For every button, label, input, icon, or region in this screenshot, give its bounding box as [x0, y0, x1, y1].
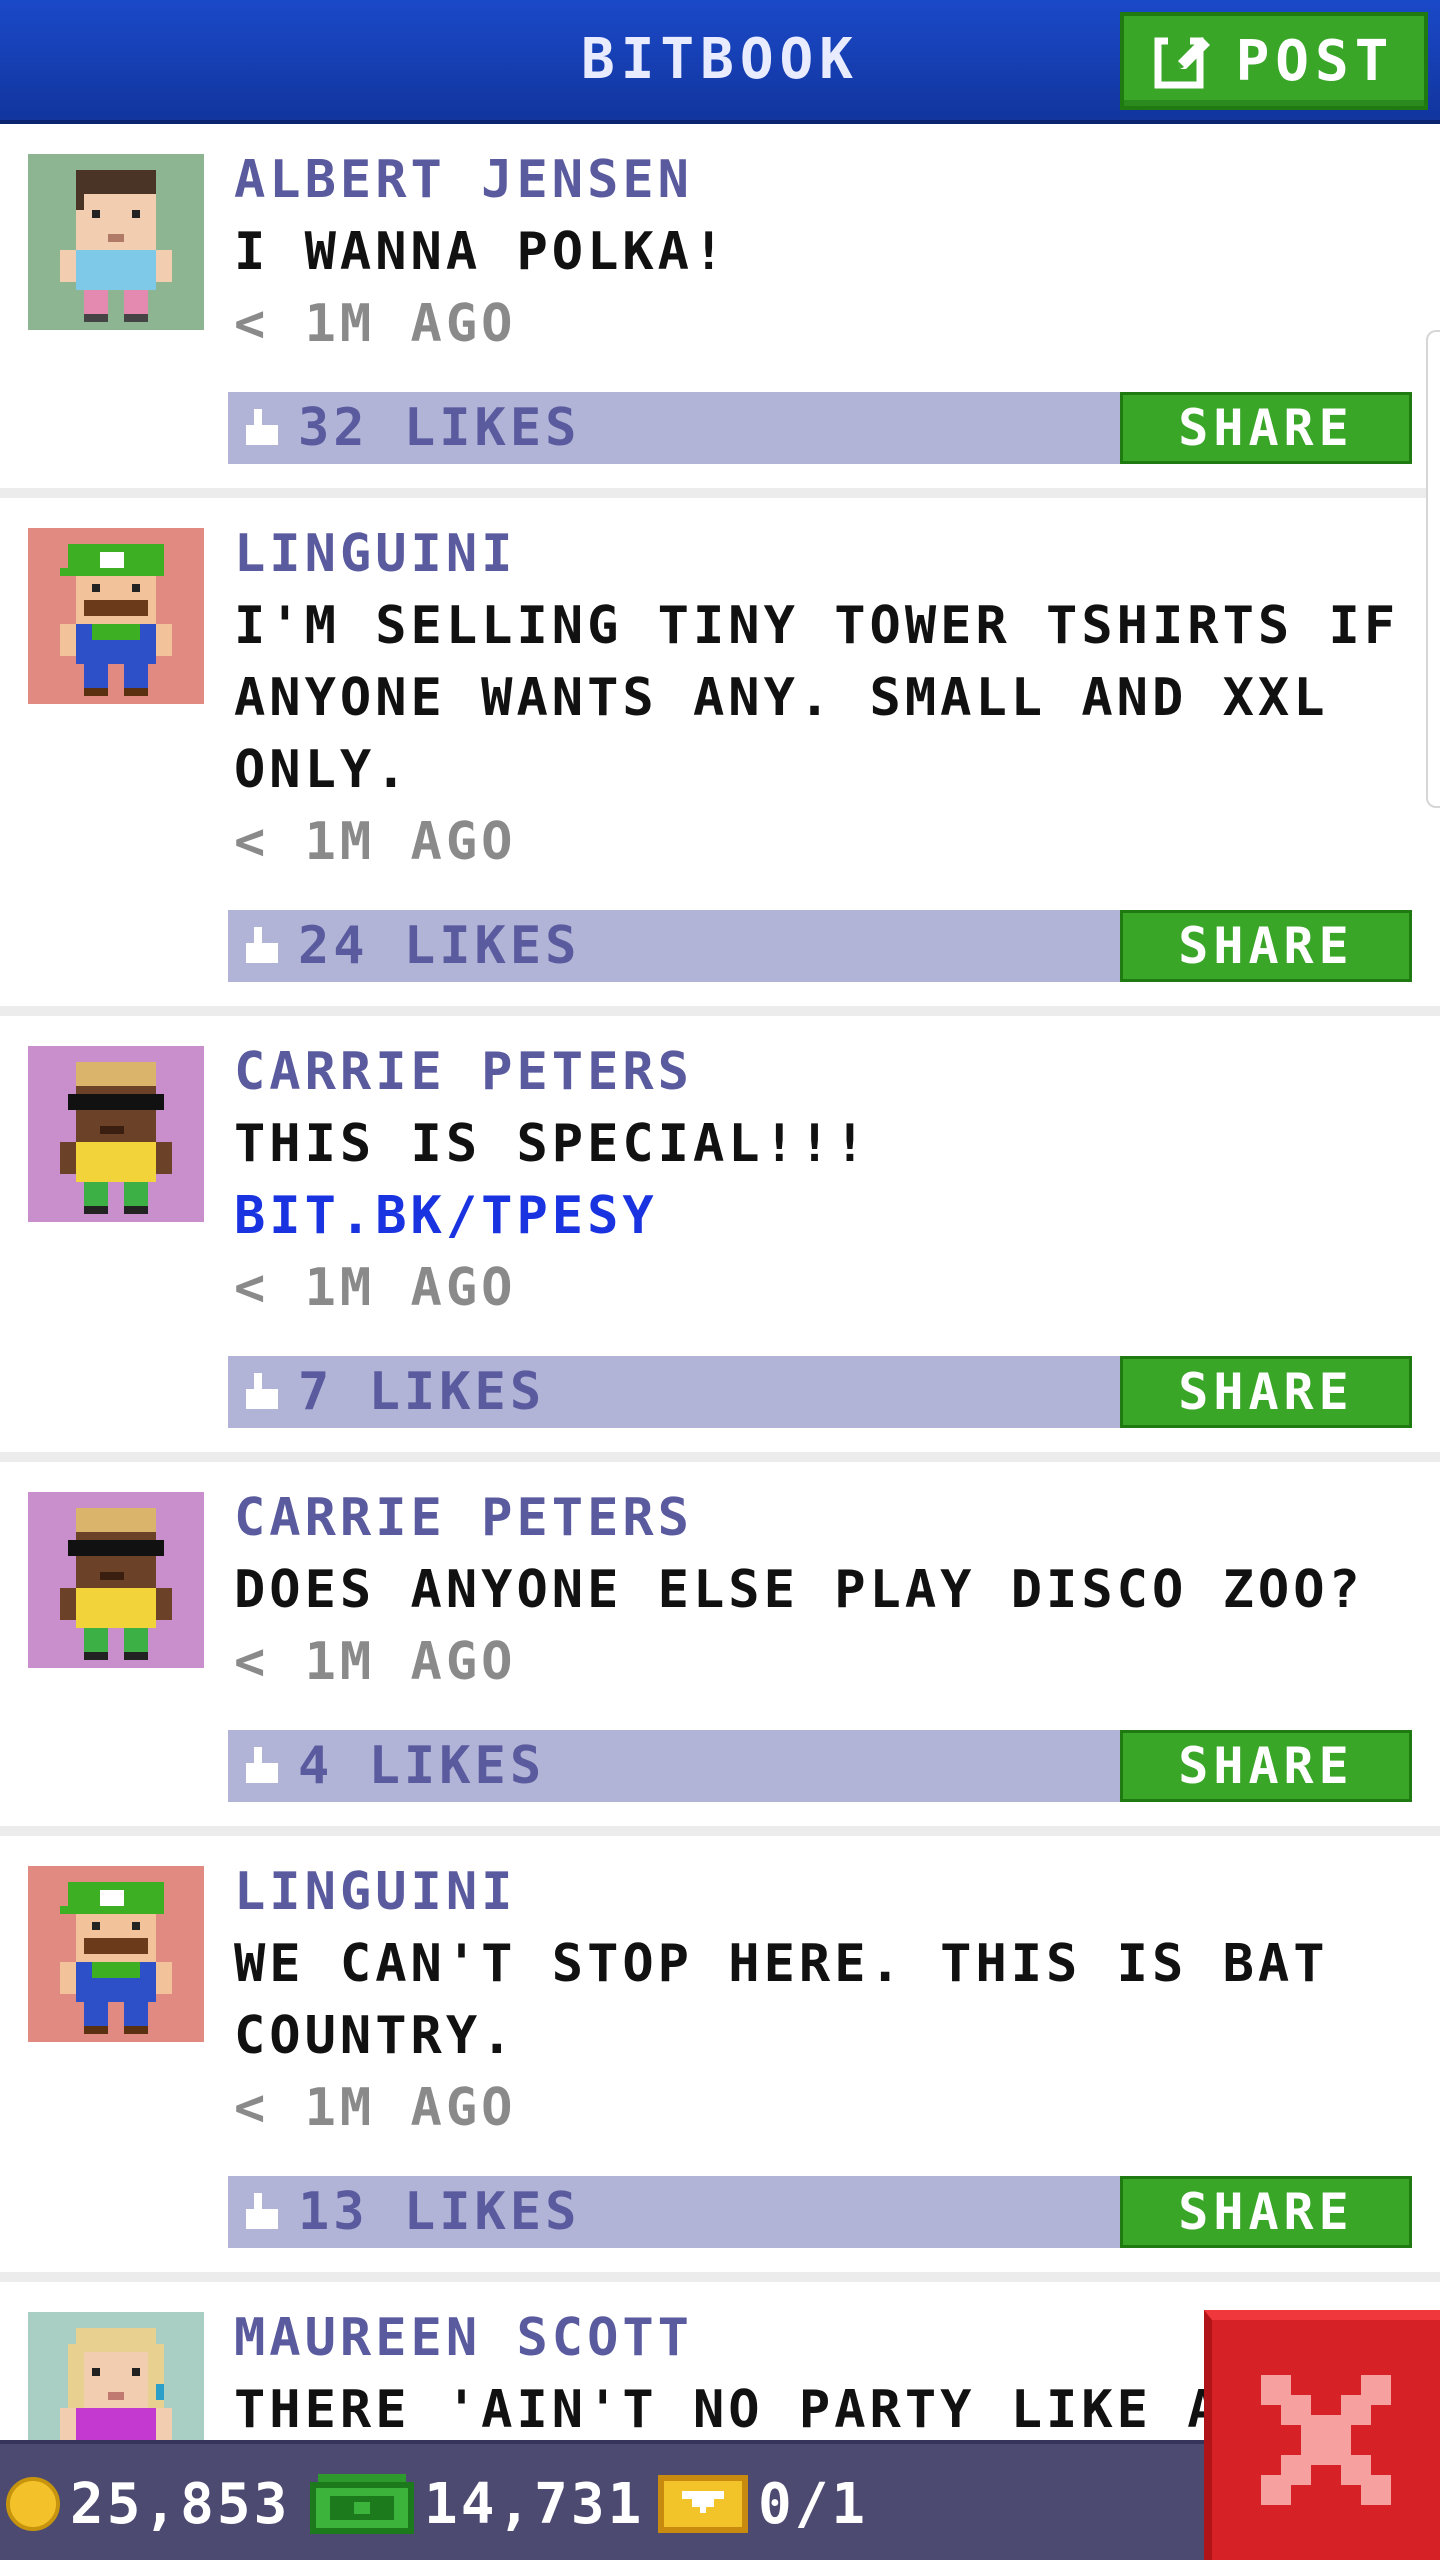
likes-bar: 4 LIKES SHARE	[228, 1730, 1412, 1802]
likes-bar: 7 LIKES SHARE	[228, 1356, 1412, 1428]
post-text: I'M SELLING TINY TOWER TSHIRTS IF ANYONE…	[234, 596, 1400, 800]
albert-jensen-avatar[interactable]	[28, 154, 204, 330]
thumbs-up-icon	[246, 1747, 278, 1783]
post-author[interactable]: CARRIE PETERS	[234, 1036, 1420, 1108]
share-button[interactable]: SHARE	[1120, 392, 1412, 464]
share-button[interactable]: SHARE	[1120, 1730, 1412, 1802]
likes-button[interactable]: 32 LIKES	[242, 392, 580, 464]
likes-count: 32 LIKES	[298, 398, 581, 458]
post-author[interactable]: LINGUINI	[234, 1856, 1420, 1928]
likes-button[interactable]: 4 LIKES	[242, 1730, 545, 1802]
close-button[interactable]	[1204, 2310, 1440, 2560]
bux-icon	[310, 2474, 414, 2534]
likes-count: 4 LIKES	[298, 1736, 546, 1796]
compose-icon	[1154, 35, 1210, 89]
post-author[interactable]: LINGUINI	[234, 518, 1420, 590]
carrie-peters-avatar[interactable]	[28, 1046, 204, 1222]
golden-ticket-icon	[658, 2475, 748, 2533]
coins-value: 25,853	[70, 2471, 291, 2537]
tickets-value: 0/1	[758, 2471, 869, 2537]
share-button[interactable]: SHARE	[1120, 2176, 1412, 2248]
post-timestamp: < 1M AGO	[234, 294, 517, 354]
post-button[interactable]: POST	[1120, 12, 1428, 110]
likes-bar: 32 LIKES SHARE	[228, 392, 1412, 464]
post-text: I WANNA POLKA!	[234, 222, 729, 282]
bitbook-screen: BITBOOK POST ALBERT JENSEN I WANNA POLKA…	[0, 0, 1440, 2560]
post-author[interactable]: CARRIE PETERS	[234, 1482, 1420, 1554]
post-text: DOES ANYONE ELSE PLAY DISCO ZOO?	[234, 1560, 1364, 1620]
post-timestamp: < 1M AGO	[234, 1632, 517, 1692]
linguini-avatar[interactable]	[28, 528, 204, 704]
likes-count: 13 LIKES	[298, 2182, 581, 2242]
carrie-peters-avatar[interactable]	[28, 1492, 204, 1668]
feed-list[interactable]: ALBERT JENSEN I WANNA POLKA! < 1M AGO 32…	[0, 124, 1440, 2488]
post-author[interactable]: ALBERT JENSEN	[234, 144, 1420, 216]
feed-post: CARRIE PETERS DOES ANYONE ELSE PLAY DISC…	[0, 1462, 1440, 1836]
coins-counter: 25,853	[6, 2444, 290, 2560]
likes-count: 7 LIKES	[298, 1362, 546, 1422]
post-body: LINGUINI I'M SELLING TINY TOWER TSHIRTS …	[228, 498, 1440, 982]
likes-count: 24 LIKES	[298, 916, 581, 976]
post-timestamp: < 1M AGO	[234, 1258, 517, 1318]
likes-button[interactable]: 7 LIKES	[242, 1356, 545, 1428]
post-body: CARRIE PETERS DOES ANYONE ELSE PLAY DISC…	[228, 1462, 1440, 1802]
post-text: WE CAN'T STOP HERE. THIS IS BAT COUNTRY.	[234, 1934, 1329, 2066]
scrollbar[interactable]	[1426, 330, 1440, 808]
share-button[interactable]: SHARE	[1120, 1356, 1412, 1428]
thumbs-up-icon	[246, 2193, 278, 2229]
tickets-counter: 0/1	[658, 2444, 868, 2560]
feed-post: ALBERT JENSEN I WANNA POLKA! < 1M AGO 32…	[0, 124, 1440, 498]
linguini-avatar[interactable]	[28, 1866, 204, 2042]
post-link[interactable]: BIT.BK/TPESY	[234, 1180, 1420, 1252]
post-timestamp: < 1M AGO	[234, 812, 517, 872]
post-body: ALBERT JENSEN I WANNA POLKA! < 1M AGO 32…	[228, 124, 1440, 464]
likes-button[interactable]: 24 LIKES	[242, 910, 580, 982]
bux-value: 14,731	[424, 2471, 645, 2537]
close-icon	[1261, 2375, 1391, 2505]
share-button[interactable]: SHARE	[1120, 910, 1412, 982]
likes-bar: 24 LIKES SHARE	[228, 910, 1412, 982]
post-body: LINGUINI WE CAN'T STOP HERE. THIS IS BAT…	[228, 1836, 1440, 2248]
post-text: THIS IS SPECIAL!!!	[234, 1114, 870, 1174]
bux-counter: 14,731	[310, 2444, 644, 2560]
coin-icon	[6, 2477, 60, 2531]
thumbs-up-icon	[246, 927, 278, 963]
post-body: CARRIE PETERS THIS IS SPECIAL!!! BIT.BK/…	[228, 1016, 1440, 1428]
post-button-label: POST	[1235, 28, 1395, 94]
feed-post: LINGUINI I'M SELLING TINY TOWER TSHIRTS …	[0, 498, 1440, 1016]
likes-button[interactable]: 13 LIKES	[242, 2176, 580, 2248]
thumbs-up-icon	[246, 409, 278, 445]
feed-post: CARRIE PETERS THIS IS SPECIAL!!! BIT.BK/…	[0, 1016, 1440, 1462]
likes-bar: 13 LIKES SHARE	[228, 2176, 1412, 2248]
feed-post: LINGUINI WE CAN'T STOP HERE. THIS IS BAT…	[0, 1836, 1440, 2282]
post-timestamp: < 1M AGO	[234, 2078, 517, 2138]
header-bar: BITBOOK POST	[0, 0, 1440, 124]
thumbs-up-icon	[246, 1373, 278, 1409]
